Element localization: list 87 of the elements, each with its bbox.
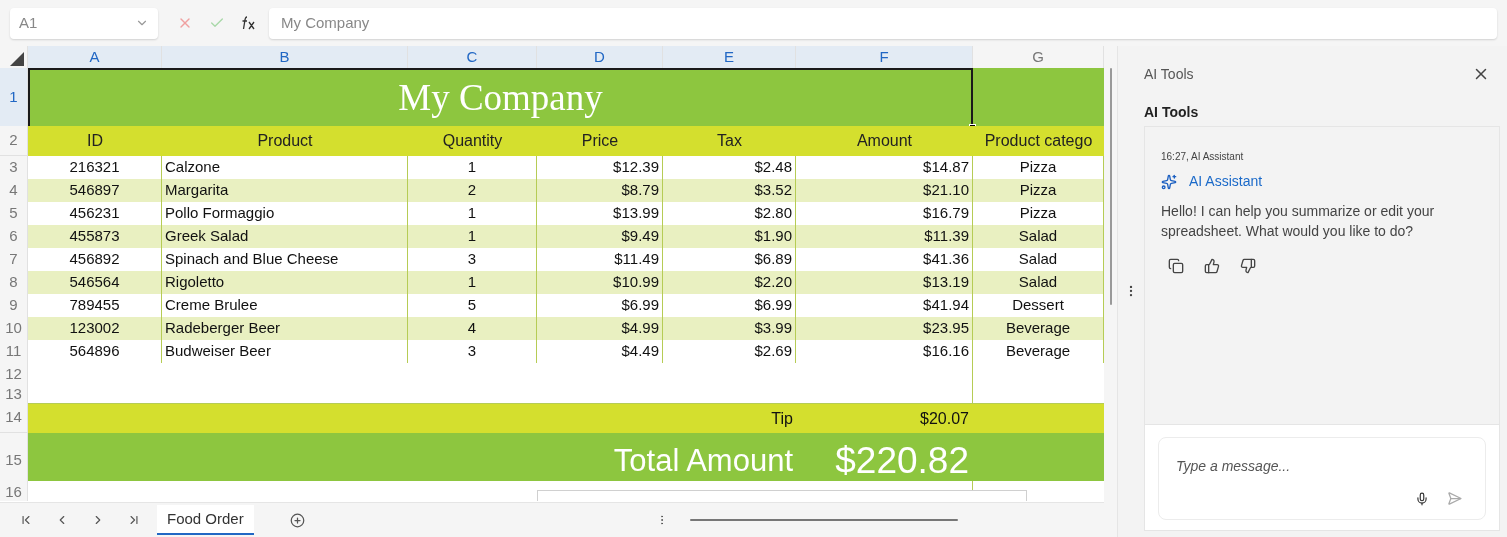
table-cell: $3.99 (663, 317, 796, 340)
column-heading: Tax (663, 126, 796, 156)
select-all-icon[interactable] (10, 51, 24, 66)
table-cell: $23.95 (796, 317, 973, 340)
column-heading: Amount (796, 126, 973, 156)
column-header[interactable]: E (663, 46, 796, 70)
sparkle-icon (1161, 173, 1177, 190)
row-header[interactable]: 12 (0, 363, 28, 383)
formula-field[interactable]: My Company (269, 7, 1497, 39)
table-cell: Greek Salad (162, 225, 408, 248)
message-meta: 16:27, AI Assistant (1161, 150, 1245, 164)
select-all-corner[interactable] (0, 46, 28, 70)
column-header[interactable]: C (408, 46, 537, 70)
row-header[interactable]: 6 (0, 225, 28, 248)
microphone-icon[interactable] (1415, 491, 1429, 506)
add-sheet-icon[interactable] (289, 512, 305, 528)
table-cell: $4.99 (537, 317, 663, 340)
table-cell: 4 (408, 317, 537, 340)
table-cell: $1.90 (663, 225, 796, 248)
row-header[interactable]: 7 (0, 248, 28, 271)
row-header[interactable]: 13 (0, 383, 28, 403)
row-header[interactable]: 15 (0, 433, 28, 481)
table-cell: 2 (408, 179, 537, 202)
sender-name: AI Assistant (1189, 172, 1263, 191)
table-cell: Salad (973, 271, 1104, 294)
last-sheet-icon[interactable] (127, 513, 141, 527)
column-heading: Price (537, 126, 663, 156)
table-cell: $21.10 (796, 179, 973, 202)
row-header[interactable]: 14 (0, 403, 28, 433)
table-cell: 546897 (28, 179, 162, 202)
table-cell: Creme Brulee (162, 294, 408, 317)
table-cell: 1 (408, 271, 537, 294)
message-text: Hello! I can help you summarize or edit your spreadsheet. What would you like to do? (1161, 202, 1436, 241)
function-icon[interactable] (241, 16, 257, 30)
column-heading: Quantity (408, 126, 537, 156)
row-header[interactable]: 2 (0, 126, 28, 156)
row-header[interactable]: 16 (0, 481, 28, 501)
table-cell: 455873 (28, 225, 162, 248)
panel-heading: AI Tools (1144, 103, 1200, 122)
tip-label: Tip (771, 408, 793, 429)
table-cell: Margarita (162, 179, 408, 202)
column-header[interactable]: G (973, 46, 1104, 70)
row-header[interactable]: 4 (0, 179, 28, 202)
tip-value: $20.07 (920, 408, 969, 429)
table-cell: Spinach and Blue Cheese (162, 248, 408, 271)
table-cell: Salad (973, 225, 1104, 248)
table-cell: $8.79 (537, 179, 663, 202)
table-cell: $10.99 (537, 271, 663, 294)
total-label: Total Amount (613, 441, 793, 480)
table-cell: $2.20 (663, 271, 796, 294)
column-header[interactable]: D (537, 46, 663, 70)
column-header[interactable]: A (28, 46, 162, 70)
row-header[interactable]: 3 (0, 156, 28, 179)
total-value: $220.82 (835, 439, 969, 481)
table-cell: 546564 (28, 271, 162, 294)
panel-title: AI Tools (1144, 64, 1194, 84)
column-heading: Product catego (973, 126, 1104, 156)
row-header[interactable]: 11 (0, 340, 28, 363)
first-sheet-icon[interactable] (19, 513, 33, 527)
row-header[interactable]: 8 (0, 271, 28, 294)
table-cell: Calzone (162, 156, 408, 179)
table-cell: 123002 (28, 317, 162, 340)
table-cell: 1 (408, 225, 537, 248)
row-header[interactable]: 9 (0, 294, 28, 317)
table-cell: Beverage (973, 317, 1104, 340)
column-heading: ID (28, 126, 162, 156)
table-cell: Radeberger Beer (162, 317, 408, 340)
table-cell: $13.19 (796, 271, 973, 294)
vertical-scrollbar[interactable] (1109, 68, 1112, 305)
copy-icon[interactable] (1168, 258, 1184, 274)
column-header[interactable]: B (162, 46, 408, 70)
table-cell: Pizza (973, 179, 1104, 202)
table-cell: $3.52 (663, 179, 796, 202)
row-header[interactable]: 10 (0, 317, 28, 340)
column-header[interactable]: F (796, 46, 973, 70)
table-cell: $9.49 (537, 225, 663, 248)
name-box[interactable]: A1 (10, 7, 158, 39)
thumbs-up-icon[interactable] (1204, 258, 1220, 274)
sheet-tab[interactable]: Food Order (157, 505, 254, 535)
row-header[interactable]: 5 (0, 202, 28, 225)
horizontal-scrollbar[interactable] (689, 519, 958, 521)
column-heading: Product (162, 126, 408, 156)
message-input[interactable]: Type a message... (1176, 456, 1468, 477)
table-cell: $11.39 (796, 225, 973, 248)
row-header[interactable]: 1 (0, 68, 28, 126)
thumbs-down-icon[interactable] (1240, 258, 1256, 274)
table-cell: Rigoletto (162, 271, 408, 294)
